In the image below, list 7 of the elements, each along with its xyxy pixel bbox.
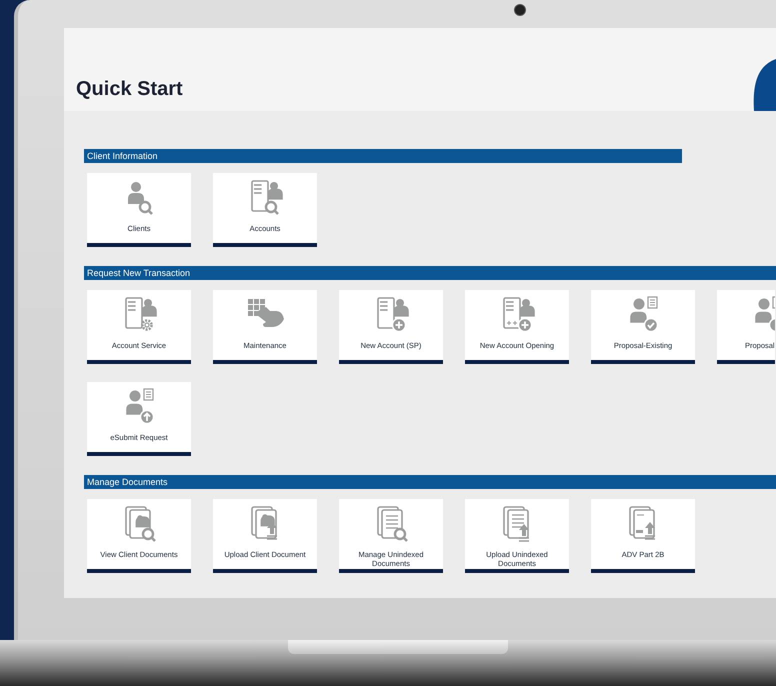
- section-header: Manage Documents: [84, 475, 776, 489]
- tile-bar: [717, 360, 775, 364]
- page-title: Quick Start: [76, 78, 183, 101]
- section-header: Request New Transaction: [84, 266, 776, 280]
- logo-shape: [752, 59, 776, 111]
- camera-dot: [514, 4, 526, 16]
- section-header: Client Information: [84, 149, 682, 163]
